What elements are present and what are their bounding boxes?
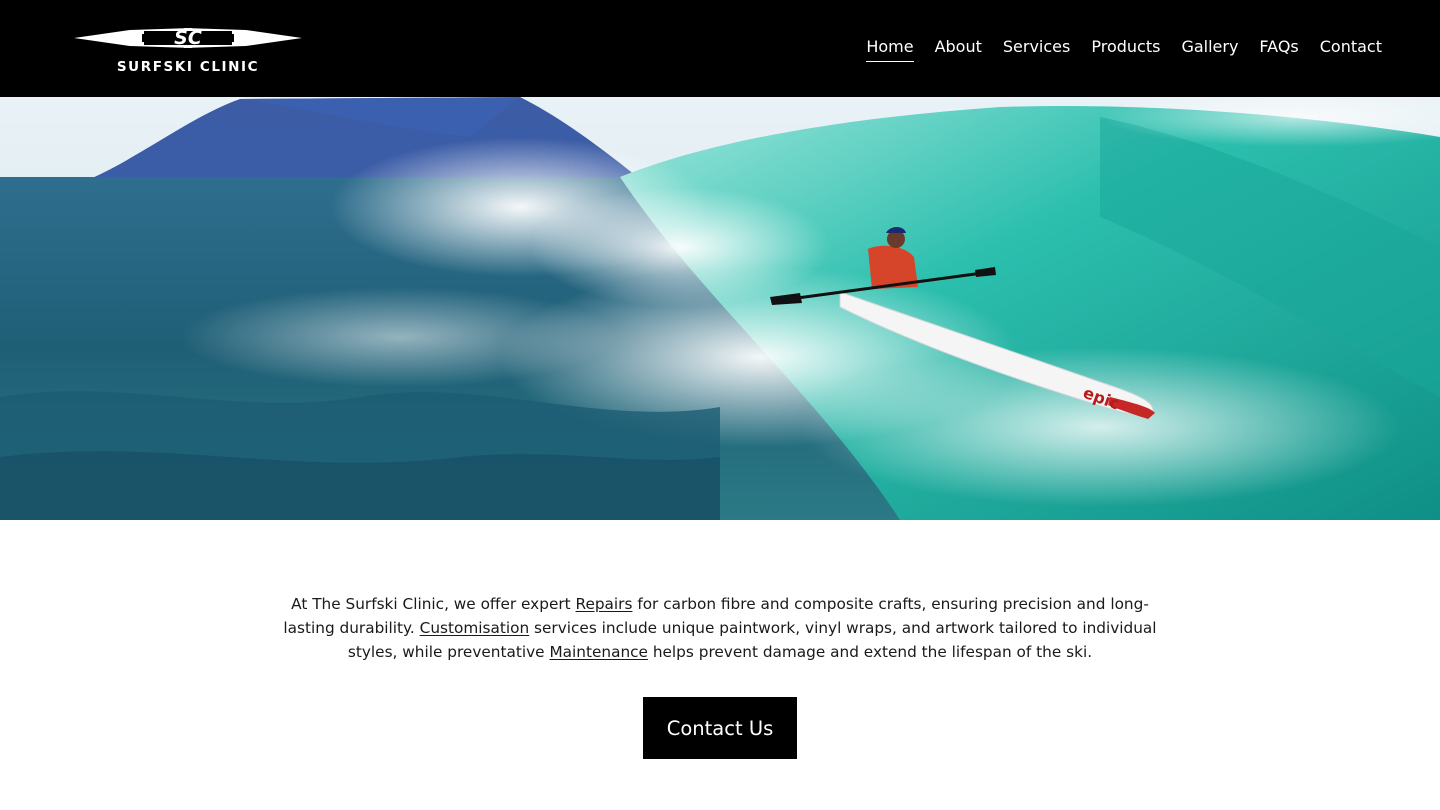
nav-products[interactable]: Products: [1091, 36, 1160, 62]
maintenance-link[interactable]: Maintenance: [549, 643, 648, 661]
hero-image: epic: [0, 97, 1440, 520]
site-header: SC SURFSKI CLINIC Home About Services Pr…: [0, 0, 1440, 97]
logo-mark-text: SC: [174, 27, 202, 49]
intro-text-4: helps prevent damage and extend the life…: [647, 643, 1093, 661]
nav-faqs[interactable]: FAQs: [1259, 36, 1298, 62]
sc-logo-mark-icon: SC: [74, 27, 302, 49]
nav-home[interactable]: Home: [866, 36, 914, 62]
nav-gallery[interactable]: Gallery: [1181, 36, 1238, 62]
nav-services[interactable]: Services: [1003, 36, 1070, 62]
surfski-wave-illustration: epic: [0, 97, 1440, 520]
nav-about[interactable]: About: [935, 36, 982, 62]
nav-contact[interactable]: Contact: [1320, 36, 1382, 62]
site-logo[interactable]: SC SURFSKI CLINIC: [72, 22, 304, 78]
main-nav: Home About Services Products Gallery FAQ…: [845, 36, 1382, 62]
customisation-link[interactable]: Customisation: [420, 619, 530, 637]
contact-us-button[interactable]: Contact Us: [643, 697, 797, 759]
logo-text: SURFSKI CLINIC: [116, 59, 260, 75]
intro-text-1: At The Surfski Clinic, we offer expert: [291, 595, 576, 613]
intro-paragraph: At The Surfski Clinic, we offer expert R…: [270, 592, 1170, 664]
repairs-link[interactable]: Repairs: [576, 595, 633, 613]
